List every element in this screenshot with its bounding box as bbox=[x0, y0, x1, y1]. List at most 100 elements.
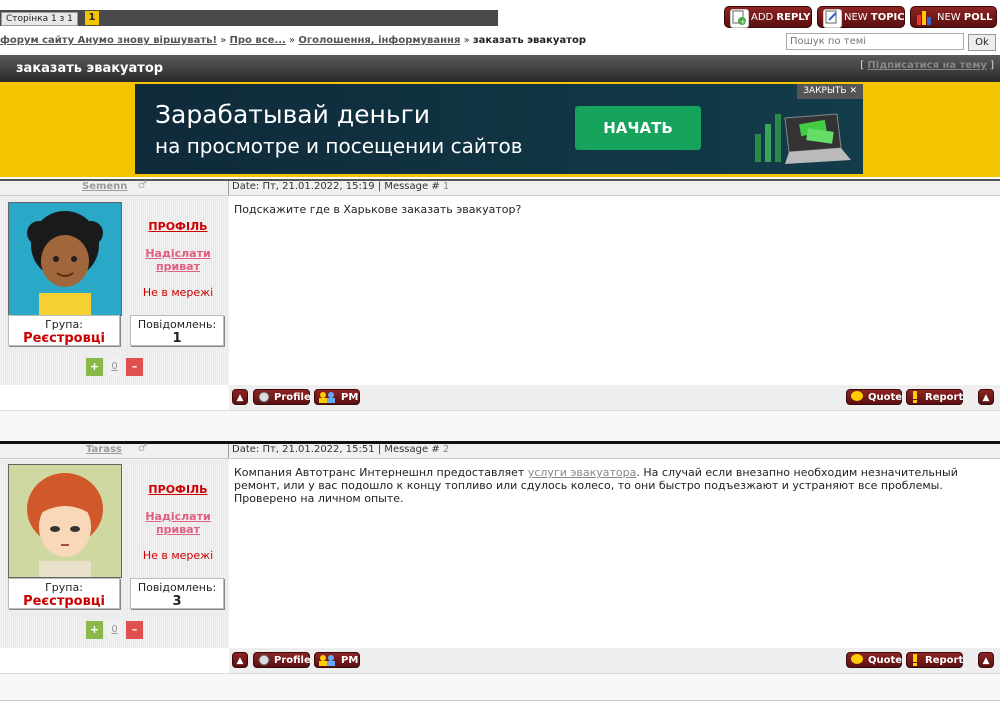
post-date-text: Date: Пт, 21.01.2022, 15:19 | Message # bbox=[232, 181, 440, 192]
topic-title-bar: заказать эвакуатор [ Підписатися на тему… bbox=[0, 55, 1000, 82]
messages-value: 3 bbox=[172, 594, 182, 609]
users-icon bbox=[318, 391, 338, 403]
pm-button[interactable]: PM bbox=[314, 389, 360, 405]
scroll-top-button[interactable]: ▲ bbox=[232, 389, 248, 405]
ad-start-button[interactable]: НАЧАТЬ bbox=[575, 106, 701, 150]
scroll-top-button[interactable]: ▲ bbox=[978, 389, 994, 405]
add-reply-icon: + bbox=[730, 9, 749, 28]
online-status: Не в мережі bbox=[142, 286, 214, 299]
pm-button[interactable]: PM bbox=[314, 652, 360, 668]
subscribe-link[interactable]: Підписатися на тему bbox=[867, 60, 987, 71]
post-header: Tarass ♂ Date: Пт, 21.01.2022, 15:51 | M… bbox=[0, 441, 1000, 459]
scroll-top-button[interactable]: ▲ bbox=[232, 652, 248, 668]
laptop-money-illustration bbox=[755, 113, 851, 164]
page-number-current[interactable]: 1 bbox=[85, 11, 99, 25]
rate-down-button[interactable]: – bbox=[126, 621, 143, 639]
arrow-up-icon: ▲ bbox=[236, 393, 244, 403]
new-poll-button[interactable]: NEW POLL bbox=[910, 6, 997, 28]
rating-value[interactable]: 0 bbox=[106, 358, 123, 376]
post-date-text: Date: Пт, 21.01.2022, 15:51 | Message # bbox=[232, 444, 440, 455]
post-divider bbox=[0, 410, 1000, 442]
send-private-link[interactable]: Надіслати приват bbox=[130, 247, 226, 273]
profile-button[interactable]: Profile bbox=[253, 652, 311, 668]
group-label: Група: bbox=[45, 581, 83, 594]
messages-label: Повідомлень: bbox=[137, 318, 217, 331]
avatar[interactable] bbox=[8, 202, 122, 316]
pm-button-label: PM bbox=[341, 392, 359, 403]
group-value: Реєстровці bbox=[23, 331, 105, 346]
profile-button[interactable]: Profile bbox=[253, 389, 311, 405]
message-count-box: Повідомлень: 1 bbox=[130, 315, 224, 346]
ad-subline: на просмотре и посещении сайтов bbox=[155, 134, 523, 158]
user-avatar-image bbox=[27, 211, 103, 315]
users-icon bbox=[318, 654, 338, 666]
new-poll-prefix: NEW bbox=[937, 12, 964, 23]
speech-bubble-icon bbox=[850, 654, 864, 666]
globe-icon bbox=[257, 654, 271, 666]
pm-button-label: PM bbox=[341, 655, 359, 666]
quote-button-label: Quote bbox=[868, 392, 903, 403]
profile-button-label: Profile bbox=[274, 392, 311, 403]
ad-close-button[interactable]: ЗАКРЫТЬ ✕ bbox=[797, 84, 863, 99]
new-topic-button[interactable]: NEW TOPIC bbox=[817, 6, 905, 28]
quote-button[interactable]: Quote bbox=[846, 652, 902, 668]
breadcrumb-link-forum[interactable]: форум сайту Анумо знову віршувать! bbox=[0, 35, 217, 46]
page-indicator: Сторінка 1 з 1 bbox=[1, 12, 78, 26]
pagination-bar: Сторінка 1 з 1 1 bbox=[0, 10, 498, 26]
breadcrumb-separator: » bbox=[289, 35, 296, 46]
tow-service-link[interactable]: услуги эвакуатора bbox=[528, 466, 637, 479]
post-number-link[interactable]: 1 bbox=[443, 181, 449, 192]
rate-up-button[interactable]: + bbox=[86, 358, 103, 376]
post-username[interactable]: Tarass bbox=[86, 444, 122, 455]
online-status: Не в мережі bbox=[142, 549, 214, 562]
group-value: Реєстровці bbox=[23, 594, 105, 609]
post-date: Date: Пт, 21.01.2022, 15:19 | Message # … bbox=[232, 181, 449, 192]
rate-up-button[interactable]: + bbox=[86, 621, 103, 639]
post-message: Подскажите где в Харькове заказать эваку… bbox=[234, 203, 522, 216]
new-topic-prefix: NEW bbox=[844, 12, 871, 23]
report-button-label: Report bbox=[925, 392, 964, 403]
quote-button[interactable]: Quote bbox=[846, 389, 902, 405]
breadcrumb-link-about[interactable]: Про все... bbox=[230, 35, 286, 46]
rate-down-button[interactable]: – bbox=[126, 358, 143, 376]
breadcrumb-link-announcements[interactable]: Оголошення, інформування bbox=[298, 35, 460, 46]
speech-bubble-icon bbox=[850, 391, 864, 403]
breadcrumb-separator: » bbox=[463, 35, 470, 46]
post-date: Date: Пт, 21.01.2022, 15:51 | Message # … bbox=[232, 444, 449, 455]
arrow-up-icon: ▲ bbox=[982, 393, 990, 403]
breadcrumb-current: заказать эвакуатор bbox=[472, 35, 587, 46]
new-topic-icon bbox=[823, 9, 842, 28]
author-links: ПРОФІЛЬ Надіслати приват Не в мережі bbox=[130, 220, 226, 299]
messages-value: 1 bbox=[172, 331, 182, 346]
post-username[interactable]: Semenn bbox=[82, 181, 127, 192]
profile-link[interactable]: ПРОФІЛЬ bbox=[130, 220, 226, 233]
exclamation-icon bbox=[910, 391, 920, 403]
report-button[interactable]: Report bbox=[906, 389, 963, 405]
search-ok-button[interactable]: Ok bbox=[968, 34, 996, 51]
group-box: Група: Реєстровці bbox=[8, 315, 120, 346]
report-button[interactable]: Report bbox=[906, 652, 963, 668]
add-reply-button[interactable]: + ADD REPLY bbox=[724, 6, 812, 28]
messages-label: Повідомлень: bbox=[137, 581, 217, 594]
subscribe-wrapper: [ Підписатися на тему ] bbox=[860, 60, 994, 71]
ad-banner[interactable]: Зарабатывай деньги на просмотре и посеще… bbox=[135, 84, 863, 174]
ad-close-label: ЗАКРЫТЬ bbox=[803, 86, 847, 96]
topic-search-input[interactable] bbox=[786, 33, 964, 50]
send-private-link[interactable]: Надіслати приват bbox=[130, 510, 226, 536]
post-number-link[interactable]: 2 bbox=[443, 444, 449, 455]
profile-button-label: Profile bbox=[274, 655, 311, 666]
poll-chart-icon bbox=[916, 9, 933, 26]
exclamation-icon bbox=[910, 654, 920, 666]
avatar[interactable] bbox=[8, 464, 122, 578]
rating-widget: + 0 – bbox=[86, 621, 146, 639]
rating-value[interactable]: 0 bbox=[106, 621, 123, 639]
user-avatar-image bbox=[27, 473, 103, 577]
rating-widget: + 0 – bbox=[86, 358, 146, 376]
post-text-before: Компания Автотранс Интернешнл предоставл… bbox=[234, 466, 528, 479]
scroll-top-button[interactable]: ▲ bbox=[978, 652, 994, 668]
svg-text:+: + bbox=[740, 18, 746, 25]
author-links: ПРОФІЛЬ Надіслати приват Не в мережі bbox=[130, 483, 226, 562]
ad-headline: Зарабатывай деньги bbox=[155, 100, 430, 129]
profile-link[interactable]: ПРОФІЛЬ bbox=[130, 483, 226, 496]
arrow-up-icon: ▲ bbox=[982, 656, 990, 666]
